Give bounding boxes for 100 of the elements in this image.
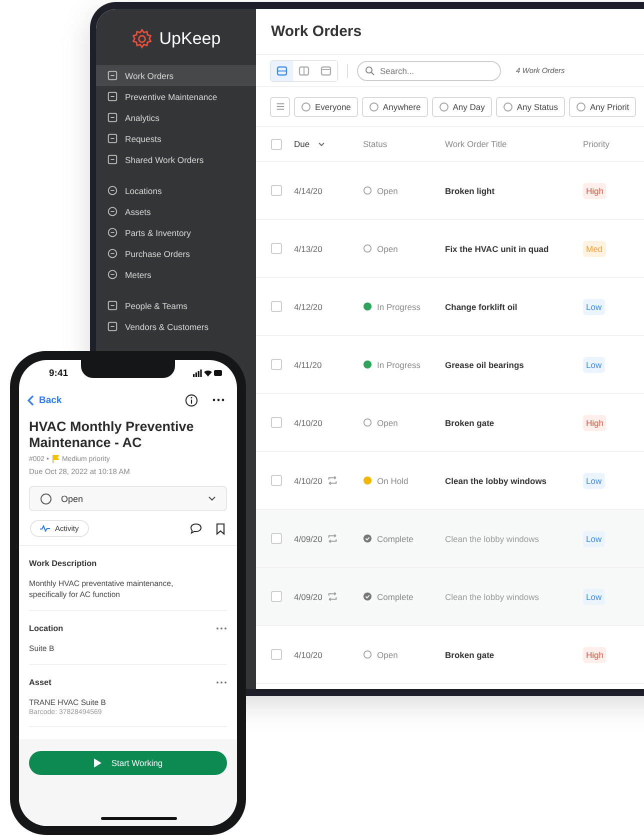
column-header[interactable]: Status <box>363 139 445 149</box>
row-checkbox[interactable] <box>271 533 282 544</box>
filter-settings-button[interactable] <box>270 96 290 116</box>
select-all-checkbox[interactable] <box>271 138 282 150</box>
status-text: On Hold <box>377 476 408 486</box>
bookmark-icon[interactable] <box>216 522 225 534</box>
due-date: 4/10/20 <box>294 650 322 660</box>
priority-tag: High <box>583 414 606 430</box>
nav-icon <box>107 91 118 102</box>
nav-icon <box>107 133 118 144</box>
filter-chip[interactable]: Any Status <box>496 96 565 116</box>
sliders-icon <box>274 101 286 112</box>
flag-icon <box>52 455 59 463</box>
filter-icon <box>502 102 513 112</box>
search-field[interactable]: Search... <box>357 60 501 80</box>
table-row[interactable]: 4/14/20 Open Broken light High <box>256 162 644 220</box>
status-text: Complete <box>377 534 414 544</box>
status-icons <box>193 369 223 377</box>
view-icon <box>276 64 288 76</box>
due-date: 4/14/20 <box>294 186 322 196</box>
nav-icon <box>107 321 118 332</box>
sidebar-item[interactable]: Meters <box>96 264 256 285</box>
sidebar-item[interactable]: Requests <box>96 128 256 149</box>
table-row[interactable]: 4/10/20 Open Broken gate High <box>256 394 644 452</box>
back-button[interactable]: Back <box>27 394 62 406</box>
column-header[interactable]: Due <box>294 139 363 149</box>
table-cell-text: Clean the lobby windows <box>445 534 540 544</box>
column-header[interactable]: Priority <box>583 139 643 149</box>
chevron-icon <box>208 496 216 501</box>
priority-tag: Low <box>583 530 605 546</box>
row-checkbox[interactable] <box>271 359 282 370</box>
row-checkbox[interactable] <box>271 591 282 602</box>
sidebar-item[interactable]: Analytics <box>96 107 256 128</box>
table-cell-text: Broken gate <box>445 650 496 660</box>
table-cell-text: Grease oil bearings <box>445 360 525 370</box>
row-checkbox[interactable] <box>271 417 282 428</box>
priority-tag: Low <box>583 588 605 604</box>
nav-icon <box>107 269 118 280</box>
work-order-title: HVAC Monthly Preventive Maintenance - AC <box>28 418 195 451</box>
filter-chip[interactable]: Anywhere <box>362 96 428 116</box>
nav-icon <box>107 300 118 311</box>
table-row[interactable]: 4/12/20 In Progress Change forklift oil Low <box>256 278 644 336</box>
row-checkbox[interactable] <box>271 649 282 660</box>
priority-tag: Low <box>583 298 605 314</box>
status-dropdown[interactable]: Open <box>29 486 227 511</box>
status-text: Open <box>377 244 398 254</box>
sidebar-item[interactable]: Locations <box>96 180 256 201</box>
filter-chip[interactable]: Any Priorit <box>568 96 636 116</box>
view-icon <box>320 64 332 76</box>
status-text: Open <box>377 418 398 428</box>
filter-icon <box>301 102 311 112</box>
nav-icon <box>107 154 118 165</box>
search-icon <box>365 66 375 76</box>
status-text: In Progress <box>377 360 420 370</box>
column-header[interactable]: Work Order Title <box>445 139 583 149</box>
priority-tag: High <box>583 646 606 662</box>
logo-text: UpKeep <box>159 29 221 49</box>
sidebar-item[interactable]: Assets <box>96 201 256 222</box>
sidebar-item[interactable]: Parts & Inventory <box>96 222 256 243</box>
sidebar-item[interactable]: Work Orders <box>96 65 256 86</box>
table-cell-text: Fix the HVAC unit in quad <box>445 244 550 254</box>
table-row[interactable]: 4/09/20 Complete Clean the lobby windows Low <box>256 568 644 626</box>
sidebar-item[interactable]: Preventive Maintenance <box>96 86 256 107</box>
comment-icon[interactable] <box>190 523 202 534</box>
status-text: Open <box>377 650 398 660</box>
section-heading: Location <box>29 624 64 633</box>
due-date: 4/09/20 <box>294 592 322 602</box>
sidebar-item[interactable]: Purchase Orders <box>96 243 256 264</box>
section-heading: Work Description <box>29 559 97 568</box>
table-row[interactable]: 4/11/20 In Progress Grease oil bearings Low <box>256 336 644 394</box>
row-checkbox[interactable] <box>271 475 282 486</box>
nav-icon <box>107 248 118 259</box>
info-icon[interactable] <box>185 394 198 406</box>
row-checkbox[interactable] <box>271 185 282 196</box>
table-row[interactable]: 4/13/20 Open Fix the HVAC unit in quad Med <box>256 220 644 278</box>
due-date: 4/10/20 <box>294 418 322 428</box>
status-text: Open <box>377 186 398 196</box>
table-cell-text: Broken gate <box>445 418 496 428</box>
nav-icon <box>107 227 118 238</box>
page-title: Work Orders <box>271 23 362 40</box>
filter-chip[interactable]: Any Day <box>432 96 492 116</box>
table-cell-text: Clean the lobby windows <box>445 476 548 486</box>
nav-icon <box>107 112 118 123</box>
row-checkbox[interactable] <box>271 243 282 254</box>
view-toggle[interactable] <box>271 60 293 80</box>
sidebar-item[interactable]: Vendors & Customers <box>96 316 256 337</box>
table-row[interactable]: 4/09/20 Complete Clean the lobby windows Low <box>256 510 644 568</box>
section-heading: Asset <box>29 678 52 687</box>
nav-icon <box>107 70 118 81</box>
start-working-button[interactable]: Start Working <box>29 751 227 775</box>
more-icon[interactable] <box>212 398 225 402</box>
filter-chip[interactable]: Everyone <box>294 96 358 116</box>
nav-icon <box>107 185 118 196</box>
status-icon <box>40 492 52 504</box>
table-row[interactable]: 4/10/20 Open Broken gate High <box>256 626 644 684</box>
row-checkbox[interactable] <box>271 301 282 312</box>
sidebar-item[interactable]: People & Teams <box>96 295 256 316</box>
table-cell-text: Broken light <box>445 186 496 196</box>
sidebar-item[interactable]: Shared Work Orders <box>96 149 256 170</box>
due-date: 4/11/20 <box>294 360 322 370</box>
